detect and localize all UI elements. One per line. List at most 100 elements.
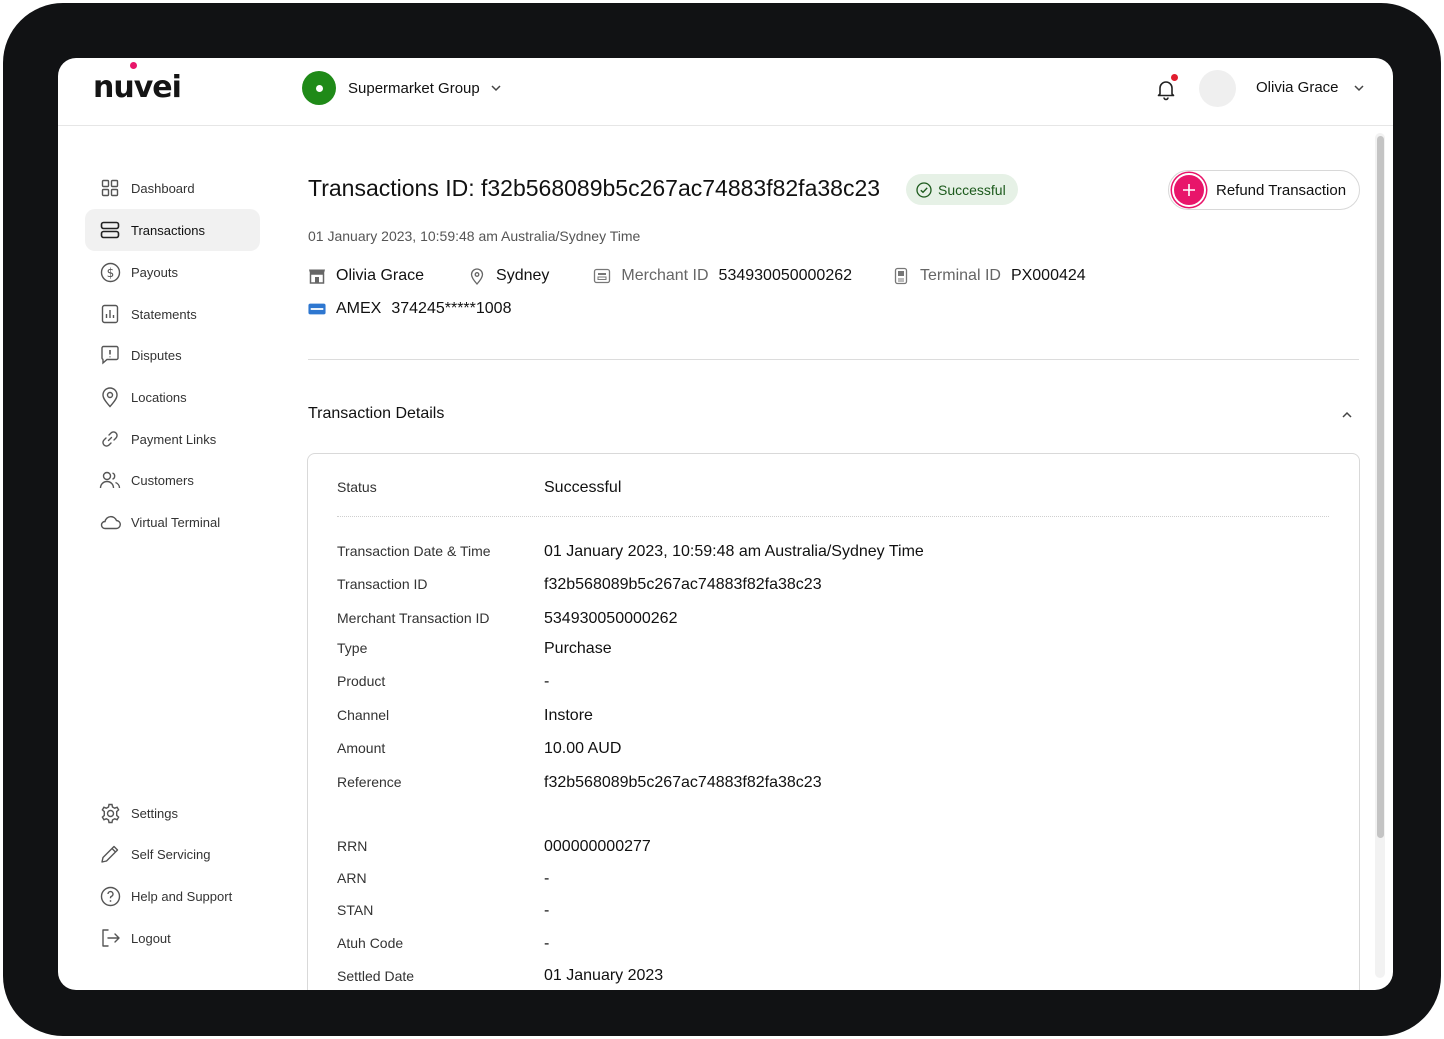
merchant-location: Sydney <box>496 267 550 284</box>
detail-label: Amount <box>337 740 386 756</box>
location-pin-icon <box>468 267 486 285</box>
detail-value: 10.00 AUD <box>544 740 622 757</box>
refund-transaction-button[interactable]: Refund Transaction <box>1168 170 1360 210</box>
users-icon <box>99 469 121 491</box>
sidebar-item-label: Logout <box>131 930 171 946</box>
sidebar-item-label: Self Servicing <box>131 846 211 862</box>
grid-icon <box>99 177 121 199</box>
detail-value: - <box>544 870 550 887</box>
scrollbar-thumb[interactable] <box>1377 136 1384 838</box>
detail-value: - <box>544 935 550 952</box>
detail-value: 01 January 2023, 10:59:48 am Australia/S… <box>544 543 924 560</box>
terminal-id-value: PX000424 <box>1010 267 1086 284</box>
sidebar-item-label: Customers <box>131 472 194 488</box>
store-icon <box>308 267 326 285</box>
status-badge-label: Successful <box>938 181 1006 198</box>
org-avatar <box>302 71 336 105</box>
list-icon <box>99 219 121 241</box>
sidebar-item-label: Statements <box>131 306 197 322</box>
app-screen: nuvei Supermarket Group Olivia Grace Das… <box>58 58 1393 990</box>
detail-value: Purchase <box>544 640 612 657</box>
sidebar-item-help-and-support[interactable]: Help and Support <box>85 875 260 917</box>
refund-button-label: Refund Transaction <box>1216 181 1347 199</box>
sidebar-item-payment-links[interactable]: Payment Links <box>85 418 260 460</box>
gear-icon <box>99 802 121 824</box>
detail-label: Reference <box>337 774 402 790</box>
detail-label: Transaction ID <box>337 576 428 592</box>
plus-icon <box>1172 173 1206 207</box>
sidebar-item-statements[interactable]: Statements <box>85 293 260 335</box>
merchant-icon <box>593 267 611 285</box>
sidebar-item-locations[interactable]: Locations <box>85 376 260 418</box>
sidebar-item-label: Locations <box>131 389 187 405</box>
sidebar-item-label: Help and Support <box>131 888 233 904</box>
sidebar-item-label: Payment Links <box>131 431 217 447</box>
cloud-icon <box>99 511 121 533</box>
merchant-id-value: 534930050000262 <box>718 267 853 284</box>
detail-label: Settled Date <box>337 968 415 984</box>
sidebar-item-label: Payouts <box>131 264 178 280</box>
detail-label: Type <box>337 640 368 656</box>
org-name: Supermarket Group <box>348 79 480 97</box>
status-badge: Successful <box>906 174 1018 205</box>
section-title[interactable]: Transaction Details <box>308 405 444 423</box>
amex-card-icon <box>308 300 326 318</box>
report-icon <box>99 303 121 325</box>
top-bar: nuvei Supermarket Group Olivia Grace <box>58 58 1393 126</box>
sidebar-item-label: Virtual Terminal <box>131 514 221 530</box>
detail-label: Atuh Code <box>337 935 404 951</box>
sidebar-item-logout[interactable]: Logout <box>85 917 260 959</box>
detail-value: Instore <box>544 707 593 724</box>
sidebar-item-dashboard[interactable]: Dashboard <box>85 167 260 209</box>
sidebar-item-settings[interactable]: Settings <box>85 792 260 834</box>
sidebar-item-label: Disputes <box>131 347 182 363</box>
sidebar-item-virtual-terminal[interactable]: Virtual Terminal <box>85 501 260 543</box>
detail-label: ARN <box>337 870 367 886</box>
sidebar-item-payouts[interactable]: $ Payouts <box>85 251 260 293</box>
card-brand: AMEX <box>336 300 382 317</box>
chevron-up-icon[interactable] <box>1340 408 1354 422</box>
tablet-frame: nuvei Supermarket Group Olivia Grace Das… <box>3 3 1441 1036</box>
location-pin-icon <box>99 386 121 408</box>
link-icon <box>99 428 121 450</box>
page-title: Transactions ID: f32b568089b5c267ac74883… <box>308 175 881 201</box>
notification-dot <box>1171 74 1178 81</box>
pencil-icon <box>99 843 121 865</box>
detail-value: - <box>544 902 550 919</box>
detail-label: Channel <box>337 707 390 723</box>
logo-accent-dot <box>130 62 137 69</box>
transaction-meta-row: Olivia Grace Sydney Merchant ID 53493005… <box>308 267 1086 285</box>
detail-value: f32b568089b5c267ac74883f82fa38c23 <box>544 576 822 593</box>
card-meta-row: AMEX 374245*****1008 <box>308 300 511 318</box>
terminal-id-label: Terminal ID <box>920 267 1001 284</box>
chevron-down-icon <box>491 85 501 92</box>
detail-separator <box>337 516 1329 517</box>
help-icon <box>99 885 121 907</box>
sidebar-item-label: Settings <box>131 805 178 821</box>
detail-value: 534930050000262 <box>544 610 678 627</box>
detail-value: 000000000277 <box>544 838 651 855</box>
transaction-details-panel <box>307 453 1360 990</box>
detail-label: Status <box>337 479 377 495</box>
user-name[interactable]: Olivia Grace <box>1256 79 1339 96</box>
terminal-icon <box>892 267 910 285</box>
sidebar-item-transactions[interactable]: Transactions <box>85 209 260 251</box>
sidebar-item-disputes[interactable]: Disputes <box>85 334 260 376</box>
section-divider <box>308 359 1359 360</box>
detail-label: RRN <box>337 838 368 854</box>
org-switcher[interactable]: Supermarket Group <box>302 71 502 105</box>
detail-label: Product <box>337 673 386 689</box>
merchant-id-label: Merchant ID <box>621 267 709 284</box>
sidebar-item-label: Transactions <box>131 222 205 238</box>
check-circle-icon <box>916 181 932 198</box>
sidebar-item-self-servicing[interactable]: Self Servicing <box>85 833 260 875</box>
user-avatar[interactable] <box>1199 70 1236 107</box>
chevron-down-icon[interactable] <box>1352 81 1366 95</box>
logout-icon <box>99 927 121 949</box>
detail-value: 01 January 2023 <box>544 967 664 984</box>
svg-text:$: $ <box>106 266 114 280</box>
detail-value: Successful <box>544 479 622 496</box>
nuvei-logo[interactable]: nuvei <box>93 70 182 105</box>
sidebar-item-customers[interactable]: Customers <box>85 459 260 501</box>
detail-label: Merchant Transaction ID <box>337 610 490 626</box>
